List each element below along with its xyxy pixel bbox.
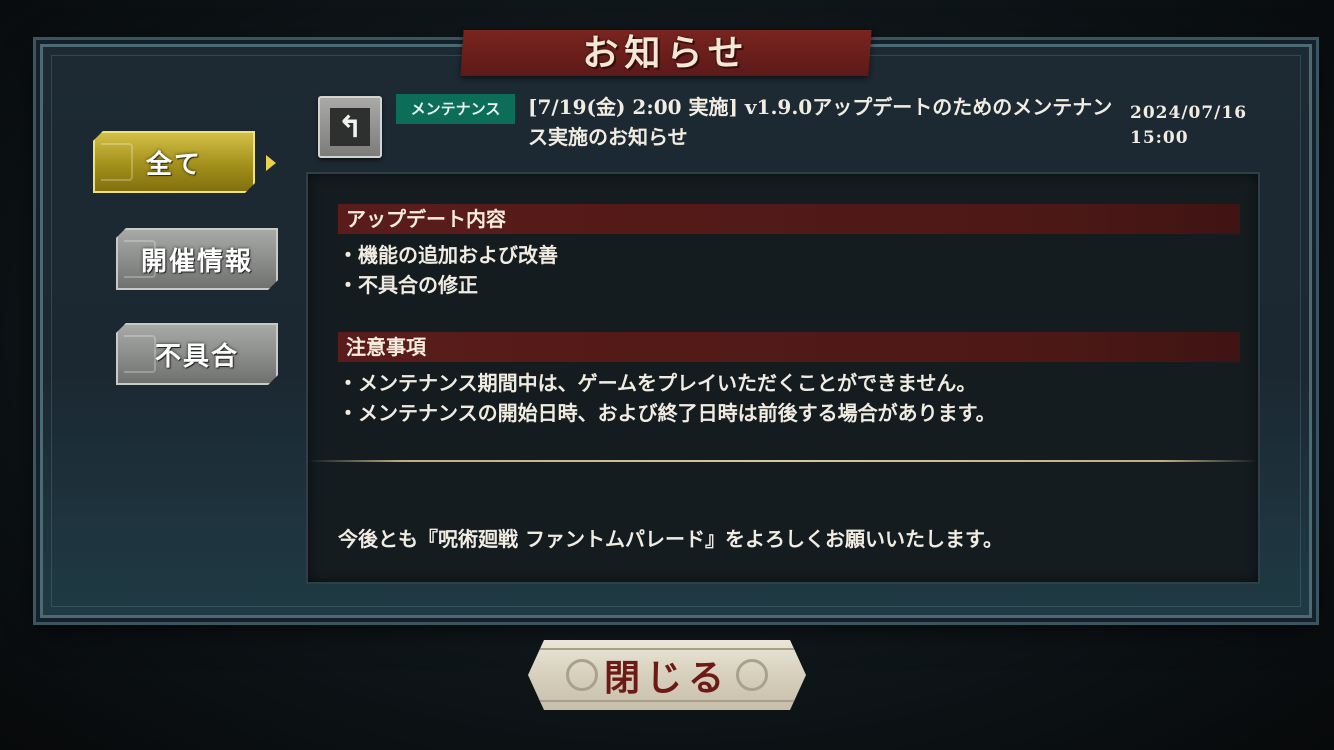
back-button[interactable]: ↰ (318, 96, 382, 158)
ornament-icon (736, 659, 768, 691)
tab-all-label: 全て (145, 149, 202, 180)
tab-ornament-icon (101, 143, 133, 181)
tab-event-info-label: 開催情報 (140, 246, 253, 277)
section-heading-notes: 注意事項 (338, 332, 1240, 362)
tab-ornament-icon (124, 335, 156, 373)
list-item: ・不具合の修正 (338, 273, 478, 297)
list-item: ・メンテナンス期間中は、ゲームをプレイいただくことができません。 (338, 371, 977, 395)
list-item: ・機能の追加および改善 (338, 243, 558, 267)
tab-bugs-label: 不具合 (154, 341, 239, 372)
dialog-title: お知らせ (582, 32, 750, 74)
tab-ornament-icon (124, 240, 156, 278)
section-heading-update: アップデート内容 (338, 204, 1240, 234)
category-badge: メンテナンス (396, 94, 515, 124)
back-arrow-icon: ↰ (330, 108, 370, 146)
tab-all[interactable]: 全て (93, 131, 255, 193)
closing-message: 今後とも『呪術廻戦 ファントムパレード』をよろしくお願いいたします。 (338, 527, 1003, 551)
tab-event-info[interactable]: 開催情報 (116, 228, 278, 290)
list-item: ・メンテナンスの開始日時、および終了日時は前後する場合があります。 (338, 401, 996, 425)
ornament-icon (566, 659, 598, 691)
content-divider (308, 460, 1258, 462)
notice-date-time: 15:00 (1130, 128, 1189, 148)
close-button-label: 閉じる (603, 657, 730, 699)
notice-date: 2024/07/16 15:00 (1130, 101, 1270, 151)
notice-date-day: 2024/07/16 (1130, 103, 1248, 123)
active-tab-arrow-icon (266, 155, 276, 171)
notice-body[interactable]: アップデート内容 ・機能の追加および改善 ・不具合の修正 注意事項 ・メンテナン… (306, 172, 1260, 584)
notice-headline: [7/19(金) 2:00 実施] v1.9.0アップデートのためのメンテナンス… (528, 95, 1113, 149)
tab-bugs[interactable]: 不具合 (116, 323, 278, 385)
close-button[interactable]: 閉じる (528, 640, 806, 710)
